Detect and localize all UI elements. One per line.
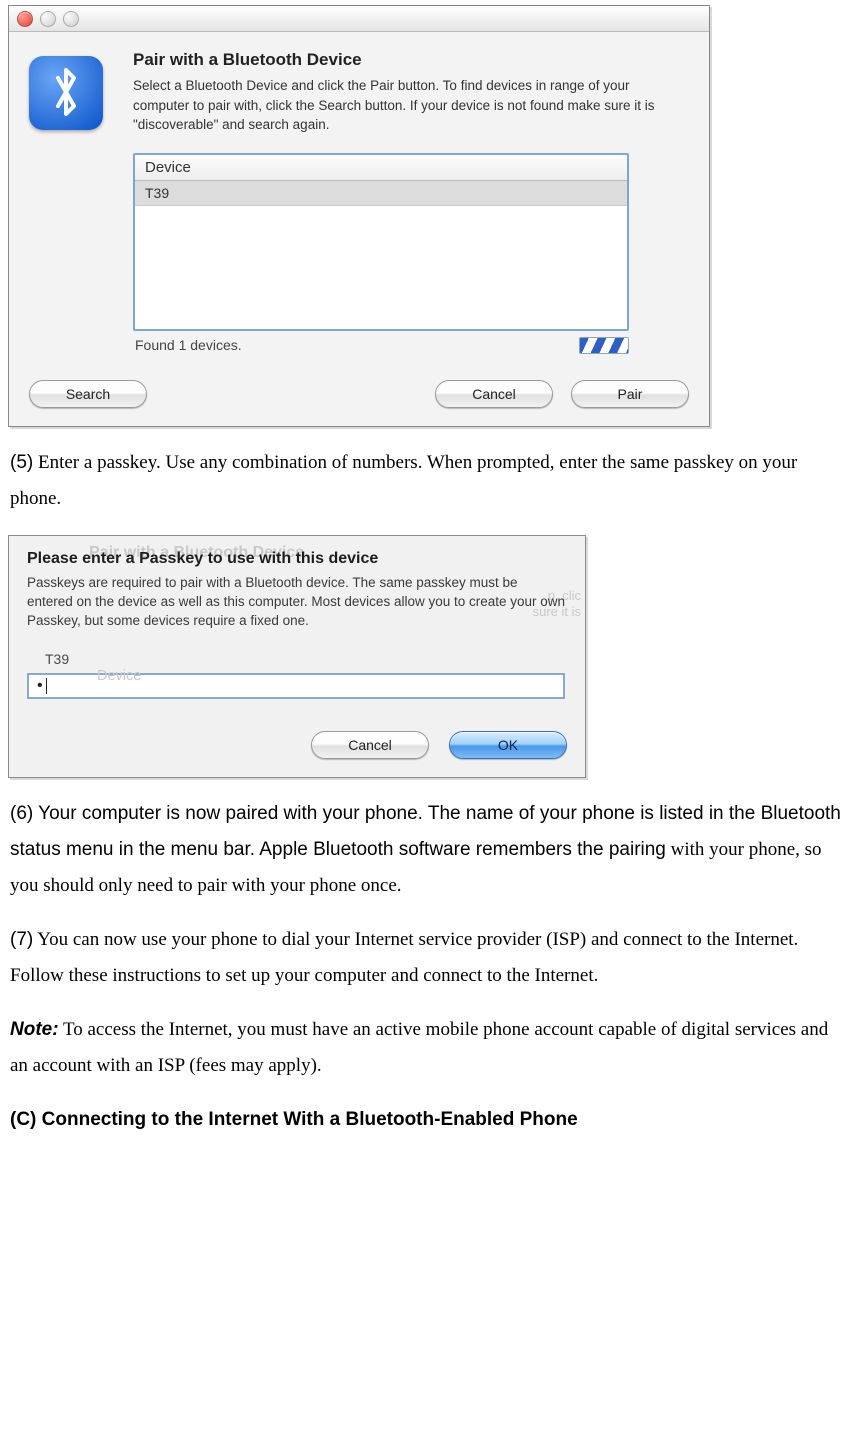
pair-dialog-title: Pair with a Bluetooth Device xyxy=(133,50,689,70)
pair-dialog-body: Pair with a Bluetooth Device Select a Bl… xyxy=(9,32,709,372)
minimize-window-icon[interactable] xyxy=(40,11,56,27)
pair-button[interactable]: Pair xyxy=(571,380,689,408)
step-6-paragraph: (6) Your computer is now paired with you… xyxy=(10,796,850,904)
note-label: Note: xyxy=(10,1019,59,1040)
note-paragraph: Note: To access the Internet, you must h… xyxy=(10,1012,850,1084)
cancel-button[interactable]: Cancel xyxy=(311,731,429,759)
progress-indicator-icon xyxy=(579,337,629,354)
cancel-button[interactable]: Cancel xyxy=(435,380,553,408)
found-status-text: Found 1 devices. xyxy=(135,337,242,353)
step-7-paragraph: (7) You can now use your phone to dial y… xyxy=(10,922,850,994)
device-list-item[interactable]: T39 xyxy=(135,181,627,206)
device-list-header: Device xyxy=(135,155,627,181)
search-button[interactable]: Search xyxy=(29,380,147,408)
document-page: Pair with a Bluetooth Device Select a Bl… xyxy=(0,5,860,1176)
passkey-dialog-title: Please enter a Passkey to use with this … xyxy=(27,550,567,568)
passkey-device-label: T39 xyxy=(45,651,567,667)
section-c-heading: (C) Connecting to the Internet With a Bl… xyxy=(10,1102,850,1138)
pair-dialog-window: Pair with a Bluetooth Device Select a Bl… xyxy=(8,5,710,427)
step-5-number: (5) xyxy=(10,452,33,473)
step-7-text: You can now use your phone to dial your … xyxy=(10,929,798,986)
note-text: To access the Internet, you must have an… xyxy=(10,1019,828,1076)
passkey-input-value: • xyxy=(37,677,44,695)
passkey-dialog-window: Pair with a Bluetooth Device p, clic sur… xyxy=(8,535,586,778)
step-5-paragraph: (5) Enter a passkey. Use any combination… xyxy=(10,445,850,517)
step-7-number: (7) xyxy=(10,929,33,950)
passkey-input[interactable]: • xyxy=(27,673,565,699)
device-list[interactable]: Device T39 xyxy=(133,153,629,331)
passkey-dialog-description: Passkeys are required to pair with a Blu… xyxy=(27,574,567,631)
step-5-text: Enter a passkey. Use any combination of … xyxy=(10,452,797,509)
ok-button[interactable]: OK xyxy=(449,731,567,759)
pair-dialog-description: Select a Bluetooth Device and click the … xyxy=(133,76,689,135)
close-window-icon[interactable] xyxy=(17,11,33,27)
window-titlebar xyxy=(9,6,709,32)
text-caret-icon xyxy=(46,678,47,694)
zoom-window-icon[interactable] xyxy=(63,11,79,27)
bluetooth-icon xyxy=(29,56,103,130)
